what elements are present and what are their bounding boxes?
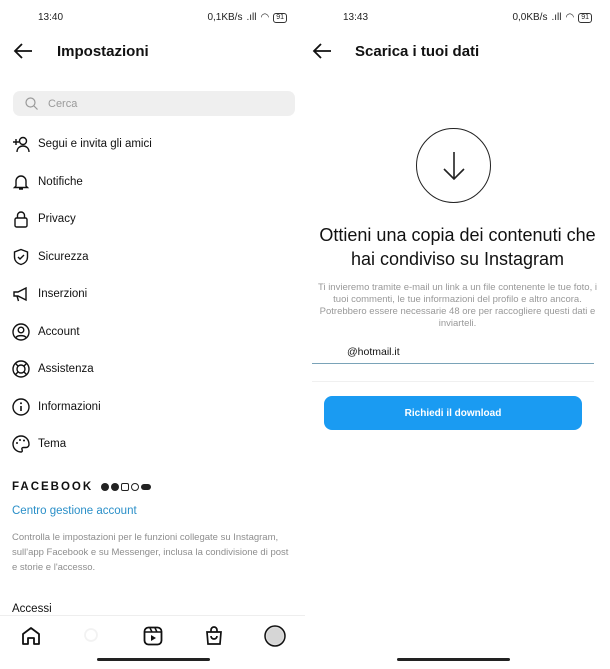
status-time: 13:40 (38, 12, 64, 23)
shop-icon[interactable] (203, 625, 225, 647)
menu-item-security[interactable]: Sicurezza (12, 245, 89, 269)
wifi-icon: ◠ (260, 12, 270, 23)
menu-item-label: Assistenza (38, 363, 94, 375)
page-title: Impostazioni (57, 43, 149, 60)
wifi-icon: ◠ (565, 12, 575, 23)
menu-item-label: Informazioni (38, 401, 101, 413)
shield-icon (13, 248, 29, 266)
menu-item-ads[interactable]: Inserzioni (12, 282, 87, 306)
menu-item-label: Notifiche (38, 176, 83, 188)
signal-icon: .ıll (246, 12, 257, 23)
download-icon (416, 128, 491, 203)
meta-apps-icons (101, 483, 152, 491)
divider (312, 381, 594, 382)
reels-icon[interactable] (142, 625, 164, 647)
menu-item-info[interactable]: Informazioni (12, 395, 101, 419)
settings-screen: 13:40 0,1KB/s .ıll ◠ 91 Impostazioni Cerca … (0, 0, 305, 669)
menu-item-label: Segui e invita gli amici (38, 138, 152, 150)
portal-icon (141, 484, 152, 490)
search-icon (25, 97, 38, 110)
megaphone-icon (13, 286, 27, 302)
menu-item-follow-invite[interactable]: Segui e invita gli amici (12, 132, 152, 156)
whatsapp-icon (131, 483, 140, 491)
logins-section-header: Accessi (12, 603, 52, 615)
status-right: 0,0KB/s .ıll ◠ 91 (512, 12, 592, 23)
account-center-link[interactable]: Centro gestione account (12, 505, 137, 517)
status-right: 0,1KB/s .ıll ◠ 91 (207, 12, 287, 23)
search-nav-icon[interactable] (81, 625, 103, 647)
download-data-screen: 13:43 0,0KB/s .ıll ◠ 91 Scarica i tuoi dati… (305, 0, 610, 669)
page-title: Scarica i tuoi dati (355, 43, 480, 60)
network-speed: 0,1KB/s (207, 12, 243, 23)
menu-item-theme[interactable]: Tema (12, 432, 66, 456)
menu-item-label: Account (38, 326, 80, 338)
back-arrow-icon[interactable] (12, 40, 34, 62)
menu-item-label: Tema (38, 438, 67, 450)
home-icon[interactable] (20, 625, 42, 647)
palette-icon (12, 435, 30, 453)
menu-item-label: Privacy (38, 213, 76, 225)
request-download-button[interactable]: Richiedi il download (324, 396, 582, 430)
account-center-description: Controlla le impostazioni per le funzion… (12, 532, 289, 573)
network-speed: 0,0KB/s (512, 12, 548, 23)
facebook-label: FACEBOOK (12, 481, 94, 493)
menu-item-account[interactable]: Account (12, 320, 80, 344)
heading: Ottieni una copia dei contenuti che hai … (319, 225, 596, 269)
menu-item-notifications[interactable]: Notifiche (12, 170, 83, 194)
back-arrow-icon[interactable] (311, 40, 333, 62)
info-icon (12, 398, 30, 416)
battery-icon: 91 (578, 12, 592, 23)
profile-avatar[interactable] (263, 624, 286, 647)
instagram-icon (121, 483, 130, 491)
account-icon (12, 323, 30, 341)
menu-item-help[interactable]: Assistenza (12, 357, 94, 381)
facebook-icon (101, 483, 110, 491)
search-placeholder: Cerca (48, 97, 78, 110)
home-indicator (397, 658, 510, 661)
description: Ti invieremo tramite e-mail un link a un… (318, 282, 597, 329)
battery-icon: 91 (273, 12, 287, 23)
facebook-section-header: FACEBOOK (12, 481, 152, 493)
email-field[interactable]: @hotmail.it (312, 346, 594, 364)
add-person-icon (13, 136, 30, 153)
messenger-icon (111, 483, 120, 491)
menu-item-privacy[interactable]: Privacy (12, 207, 76, 231)
lock-icon (14, 211, 28, 228)
bell-icon (12, 175, 30, 190)
signal-icon: .ıll (551, 12, 562, 23)
bottom-nav (0, 615, 305, 655)
menu-item-label: Sicurezza (38, 251, 89, 263)
search-input[interactable]: Cerca (13, 91, 295, 116)
status-time: 13:43 (343, 12, 369, 23)
menu-item-label: Inserzioni (38, 288, 88, 300)
home-indicator (97, 658, 210, 661)
lifebuoy-icon (12, 360, 30, 378)
